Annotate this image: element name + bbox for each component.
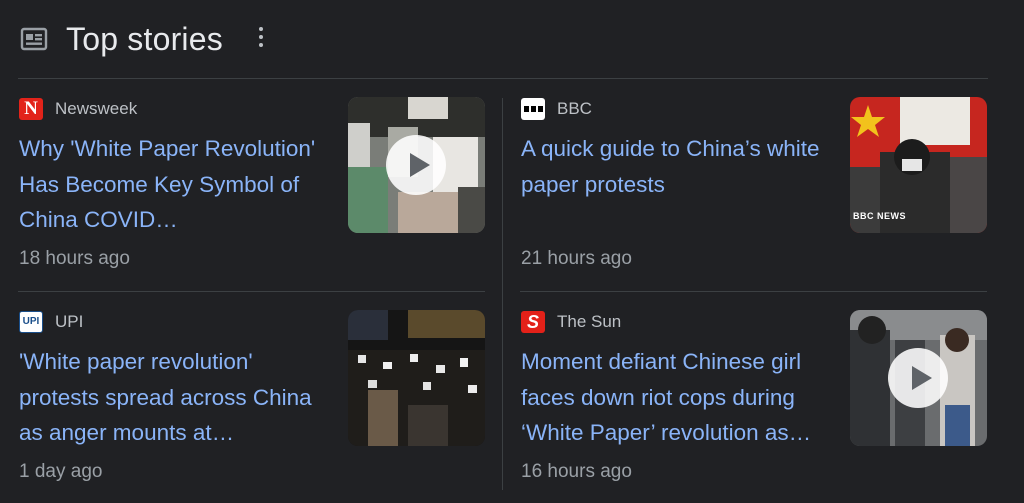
story-timestamp: 18 hours ago bbox=[19, 248, 130, 269]
top-stories-header: Top stories bbox=[0, 0, 1024, 78]
story-card-upi[interactable]: UPI UPI 'White paper revolution' protest… bbox=[19, 310, 489, 500]
story-thumbnail[interactable] bbox=[348, 310, 485, 446]
source-name: BBC bbox=[557, 99, 592, 118]
story-card-the-sun[interactable]: S The Sun Moment defiant Chinese girl fa… bbox=[521, 310, 991, 500]
story-headline[interactable]: Why 'White Paper Revolution' Has Become … bbox=[19, 131, 337, 238]
row-divider-left bbox=[18, 291, 485, 292]
play-icon[interactable] bbox=[386, 135, 446, 195]
source-row: BBC bbox=[521, 97, 592, 121]
story-headline[interactable]: Moment defiant Chinese girl faces down r… bbox=[521, 344, 839, 451]
source-row: UPI UPI bbox=[19, 310, 83, 334]
more-vert-icon[interactable] bbox=[254, 27, 268, 51]
source-name: UPI bbox=[55, 312, 84, 331]
story-timestamp: 1 day ago bbox=[19, 461, 103, 482]
row-divider-right bbox=[520, 291, 987, 292]
story-thumbnail[interactable] bbox=[850, 310, 987, 446]
story-headline[interactable]: A quick guide to China’s white paper pro… bbox=[521, 131, 839, 202]
source-name: Newsweek bbox=[55, 99, 138, 118]
newsweek-logo-icon: N bbox=[19, 98, 43, 120]
newspaper-icon bbox=[20, 27, 48, 51]
the-sun-logo-icon: S bbox=[521, 311, 545, 333]
story-card-newsweek[interactable]: N Newsweek Why 'White Paper Revolution' … bbox=[19, 97, 489, 287]
bbc-news-watermark: BBC NEWS bbox=[853, 211, 906, 221]
upi-logo-icon: UPI bbox=[19, 311, 43, 333]
header-divider bbox=[18, 78, 988, 79]
section-title: Top stories bbox=[66, 21, 223, 57]
bbc-logo-icon bbox=[521, 98, 545, 120]
play-icon[interactable] bbox=[888, 348, 948, 408]
source-row: S The Sun bbox=[521, 310, 621, 334]
source-row: N Newsweek bbox=[19, 97, 137, 121]
story-headline[interactable]: 'White paper revolution' protests spread… bbox=[19, 344, 337, 451]
story-timestamp: 21 hours ago bbox=[521, 248, 632, 269]
story-thumbnail[interactable]: BBC NEWS bbox=[850, 97, 987, 233]
story-thumbnail[interactable] bbox=[348, 97, 485, 233]
source-name: The Sun bbox=[557, 312, 622, 331]
column-divider bbox=[502, 98, 503, 490]
story-card-bbc[interactable]: BBC A quick guide to China’s white paper… bbox=[521, 97, 991, 287]
story-timestamp: 16 hours ago bbox=[521, 461, 632, 482]
